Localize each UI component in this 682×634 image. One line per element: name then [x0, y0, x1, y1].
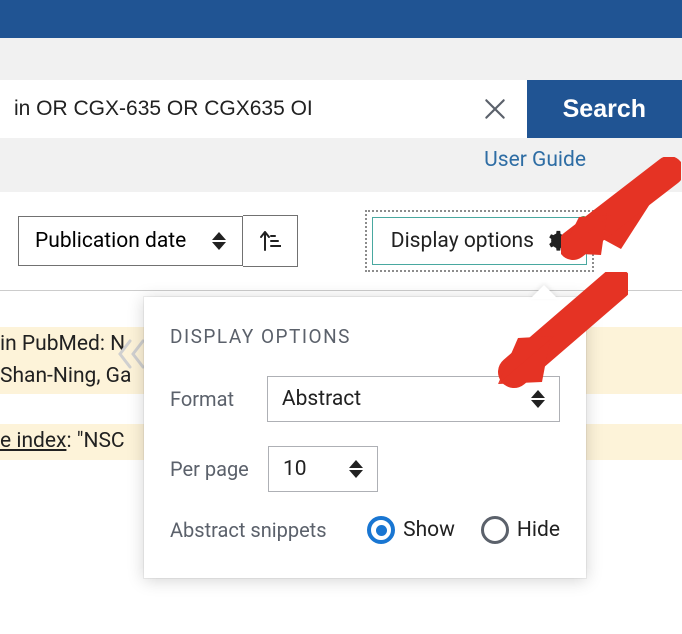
clear-search-button[interactable] [463, 80, 527, 138]
annotation-arrow-1 [561, 157, 681, 267]
close-icon [482, 96, 508, 122]
display-options-wrap: Display options [365, 210, 594, 272]
display-options-button[interactable]: Display options [372, 217, 587, 265]
search-button[interactable]: Search [527, 80, 682, 138]
per-page-label: Per page [170, 457, 268, 481]
top-banner [0, 0, 682, 38]
snippets-show-radio[interactable]: Show [367, 516, 455, 544]
sort-direction-button[interactable] [243, 215, 298, 267]
select-chevrons-icon [531, 390, 545, 408]
hide-label: Hide [517, 518, 560, 542]
display-options-label: Display options [391, 229, 534, 253]
show-label: Show [403, 518, 455, 542]
select-chevrons-icon [349, 460, 363, 478]
first-page-chevron-icon[interactable] [117, 337, 147, 375]
snippets-hide-radio[interactable]: Hide [481, 516, 560, 544]
format-label: Format [170, 387, 267, 411]
sort-by-button[interactable]: Publication date [18, 216, 243, 266]
radio-selected-icon [367, 516, 395, 544]
sort-chevrons-icon [212, 232, 226, 250]
per-page-select[interactable]: 10 [268, 446, 378, 492]
per-page-value: 10 [283, 457, 307, 481]
format-value: Abstract [282, 387, 361, 411]
sort-by-label: Publication date [35, 229, 186, 253]
snippets-label: Abstract snippets [170, 518, 367, 542]
search-input[interactable] [0, 80, 463, 138]
radio-unselected-icon [481, 516, 509, 544]
sort-ascending-icon [259, 228, 281, 254]
annotation-arrow-2 [498, 272, 628, 392]
